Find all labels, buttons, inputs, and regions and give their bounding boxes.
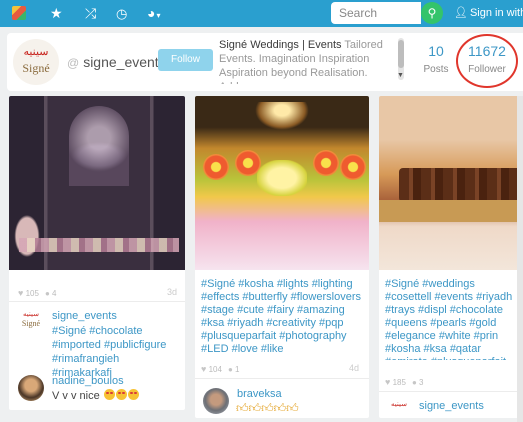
top-nav: ★ ⤮ ◷ ◕▾ Search ⚲ 👤︎ Sign in with xyxy=(0,0,523,27)
logo-latin: Signé xyxy=(22,61,50,75)
signin-link[interactable]: 👤︎ Sign in with xyxy=(454,6,523,19)
image-detail xyxy=(69,106,129,186)
chevron-down-icon: ▾ xyxy=(156,11,161,20)
post-card[interactable]: #Signé #weddings #cosettell #events #riy… xyxy=(379,96,523,418)
divider xyxy=(379,391,523,392)
post-stats: ♥ 105 ● 4 xyxy=(18,288,56,298)
username-text: signe_events xyxy=(83,54,166,70)
image-detail xyxy=(19,238,179,252)
comment-body: V v v nice xyxy=(52,390,100,402)
posts-stat[interactable]: 10 Posts xyxy=(419,43,453,75)
comment-icon[interactable]: ● xyxy=(228,365,233,374)
signin-label: Sign in with xyxy=(469,7,523,19)
posts-label: Posts xyxy=(423,64,449,75)
image-detail xyxy=(379,200,523,222)
post-tags: #Signé #weddings #cosettell #events #riy… xyxy=(385,278,513,360)
image-detail xyxy=(313,150,339,176)
heart-eyes-emoji-icon xyxy=(115,389,127,400)
post-tags: #Signé #kosha #lights #lighting #effects… xyxy=(201,278,361,355)
bio-name: Signé Weddings | Events xyxy=(219,39,342,51)
at-icon: @ xyxy=(67,56,80,70)
likes-count: 104 xyxy=(208,365,222,374)
page-scrollbar[interactable] xyxy=(517,96,523,422)
author-name[interactable]: signe_events xyxy=(52,310,117,322)
image-detail xyxy=(399,168,523,202)
search-icon: ⚲ xyxy=(427,6,437,20)
image-detail xyxy=(257,160,307,196)
comment-username[interactable]: nadine_boulos xyxy=(52,375,124,387)
likes-count: 105 xyxy=(25,289,39,298)
heart-eyes-emoji-icon xyxy=(103,389,115,400)
app-window: ★ ⤮ ◷ ◕▾ Search ⚲ 👤︎ Sign in with سينيه S… xyxy=(0,0,523,422)
star-icon[interactable]: ★ xyxy=(50,5,63,22)
profile-avatar[interactable]: سينيه Signé xyxy=(13,39,59,85)
thumbs-up-icon: 👍︎👍︎👍︎👍︎👍︎ xyxy=(236,401,299,415)
bio-scroll-thumb[interactable] xyxy=(398,40,404,68)
author-name[interactable]: signe_events xyxy=(419,400,484,412)
comment-username[interactable]: braveksa xyxy=(237,388,282,400)
divider xyxy=(195,378,369,379)
app-icon[interactable] xyxy=(12,6,26,20)
comments-count: 3 xyxy=(419,378,424,387)
clock-icon[interactable]: ◷ xyxy=(116,5,127,22)
follow-button[interactable]: Follow xyxy=(158,49,213,71)
comments-count: 1 xyxy=(235,365,240,374)
post-stats: ♥ 104 ● 1 xyxy=(201,364,239,374)
author-avatar[interactable]: سينيه Signé xyxy=(21,310,41,332)
comments-count: 4 xyxy=(52,289,57,298)
scroll-down-icon[interactable]: ▼ xyxy=(397,72,404,79)
comment-text: 👍︎👍︎👍︎👍︎👍︎ xyxy=(236,401,299,416)
heart-eyes-emoji-icon xyxy=(127,389,139,400)
heart-icon[interactable]: ♥ xyxy=(201,364,206,374)
post-image[interactable] xyxy=(379,96,523,270)
image-detail xyxy=(340,154,366,180)
shuffle-icon[interactable]: ⤮ xyxy=(85,5,96,22)
globe-icon[interactable]: ◕▾ xyxy=(147,5,160,24)
image-detail xyxy=(203,154,229,180)
profile-bio: Signé Weddings | Events Tailored Events.… xyxy=(219,38,393,84)
post-age: 3d xyxy=(167,287,178,297)
comment-icon[interactable]: ● xyxy=(45,289,50,298)
comment-icon[interactable]: ● xyxy=(412,378,417,387)
post-card[interactable]: ♥ 105 ● 4 3d سينيه Signé signe_events #Si… xyxy=(9,96,185,410)
post-image[interactable] xyxy=(195,96,369,270)
image-detail xyxy=(255,102,309,130)
comment-text: V v v nice xyxy=(52,389,139,402)
post-stats: ♥ 185 ● 3 xyxy=(385,377,423,387)
heart-icon[interactable]: ♥ xyxy=(18,288,23,298)
likes-count: 185 xyxy=(392,378,406,387)
search-button[interactable]: ⚲ xyxy=(421,2,443,24)
followers-highlight-circle xyxy=(456,34,518,88)
post-age: 4d xyxy=(349,363,360,373)
logo-latin: Signé xyxy=(21,319,41,328)
author-avatar[interactable]: سينيه xyxy=(389,400,409,418)
logo-arabic: سينيه xyxy=(23,310,39,318)
post-image[interactable] xyxy=(9,96,185,270)
commenter-avatar[interactable] xyxy=(203,388,229,414)
profile-username: @ signe_events xyxy=(67,54,166,70)
post-caption: #Signé #chocolate #imported #publicfigur… xyxy=(52,325,167,379)
divider xyxy=(9,301,185,302)
heart-icon[interactable]: ♥ xyxy=(385,377,390,387)
post-card[interactable]: #Signé #kosha #lights #lighting #effects… xyxy=(195,96,369,418)
logo-arabic: سينيه xyxy=(391,400,407,408)
bio-scrollbar[interactable]: ▼ xyxy=(397,38,404,80)
profile-header: سينيه Signé @ signe_events Follow Signé W… xyxy=(7,33,523,91)
commenter-avatar[interactable] xyxy=(18,375,44,401)
logo-arabic: سينيه xyxy=(23,45,49,58)
search-input[interactable]: Search xyxy=(331,2,421,24)
posts-count: 10 xyxy=(428,43,444,59)
user-icon: 👤︎ xyxy=(454,7,468,19)
